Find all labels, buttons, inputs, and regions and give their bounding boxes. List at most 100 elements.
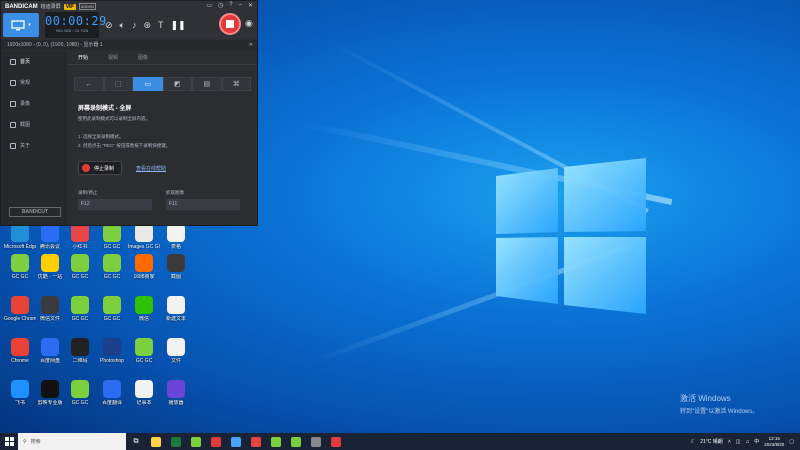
app-icon (135, 224, 153, 242)
desktop-icon[interactable]: GC GC (64, 296, 96, 332)
ime-icon[interactable]: 中 (754, 438, 759, 445)
mode-title: 屏幕录制模式 - 全屏 (78, 106, 132, 112)
microphone-icon[interactable]: ♪ (132, 20, 137, 30)
collapse-icon[interactable]: ✕ (249, 40, 253, 50)
pause-icon[interactable]: ❚❚ (171, 20, 186, 31)
app-icon (167, 296, 185, 314)
action-row: 停止录制 查看在线帮助 (78, 161, 166, 175)
sidebar-item[interactable]: 关于 (1, 135, 67, 156)
bandicam-toolbar: BANDICAM 班迪录屏 VIP ADMIN ▭ ◷ ? – ✕ ▾ 00:0… (1, 1, 257, 39)
desktop-icon[interactable]: Google Chrome (4, 296, 36, 332)
desktop-icon[interactable]: 百度翻译 (96, 380, 128, 416)
desktop-icon[interactable]: 微信文件 (34, 296, 66, 332)
desktop-icon[interactable]: GC GC (128, 338, 160, 374)
sidebar-item[interactable]: 截图 (1, 114, 67, 135)
start-button[interactable] (0, 433, 18, 450)
taskbar-app-icon[interactable] (206, 433, 226, 450)
desktop-icon[interactable]: 优酷 - 一站 (34, 254, 66, 290)
back-arrow-icon[interactable]: ← (74, 77, 104, 91)
sidebar-item-icon (10, 100, 16, 107)
desktop-icon[interactable]: Photoshop (96, 338, 128, 374)
taskbar-app-icon[interactable] (246, 433, 266, 450)
desktop-icon[interactable]: GC GC (64, 380, 96, 416)
sidebar-item[interactable]: 首页 (1, 51, 67, 72)
taskbar-app-icon[interactable] (266, 433, 286, 450)
desktop-icon[interactable]: 百度网盘 (34, 338, 66, 374)
rectangle-mode-icon[interactable]: ⬚ (103, 77, 133, 91)
desktop-icon[interactable]: GC GC (64, 254, 96, 290)
stop-recording-button[interactable]: 停止录制 (78, 161, 122, 175)
folder-icon[interactable]: ▭ (206, 2, 212, 9)
hotkey-capture-field[interactable]: F11 (166, 199, 240, 210)
webcam-icon[interactable]: ⊘ (105, 20, 113, 31)
sidebar-item[interactable]: 录像 (1, 93, 67, 114)
taskbar-app-icon[interactable] (166, 433, 186, 450)
desktop-icon[interactable]: GC GC (96, 254, 128, 290)
device-mode-icon[interactable]: ▤ (192, 77, 222, 91)
tab-bar: 开始 视频 图像 (68, 51, 257, 65)
activation-subtitle: 转到"设置"以激活 Windows。 (680, 409, 759, 415)
weather-icon[interactable]: ☾ (691, 439, 695, 445)
clock-icon[interactable]: ◷ (218, 2, 223, 9)
fullscreen-mode-button[interactable]: ▾ (3, 13, 39, 37)
timer-display: 00:00:29 (45, 14, 107, 28)
hotkey-record-field[interactable]: F12 (78, 199, 152, 210)
app-icon (103, 296, 121, 314)
taskbar-clock[interactable]: 13:15 2023/9/20 (764, 436, 784, 448)
desktop-icon[interactable]: 文件 (160, 338, 192, 374)
weather-text[interactable]: 21°C 晴朗 (700, 438, 723, 445)
sidebar-item[interactable]: 常规 (1, 72, 67, 93)
taskbar-app-icon[interactable] (146, 433, 166, 450)
desktop-icon[interactable]: 记事本 (128, 380, 160, 416)
desktop-icon[interactable]: 1688商家 (128, 254, 160, 290)
screenshot-camera-icon[interactable]: ◉ (245, 18, 253, 29)
app-icon (11, 296, 29, 314)
text-icon[interactable]: T (158, 20, 164, 30)
taskbar-app-icon[interactable] (186, 433, 206, 450)
bandicam-main-panel: 开始 视频 图像 ← ⬚ ▭ ◩ ▤ ⌘ 屏幕录制模式 - 全屏 使用此录制模式可以… (68, 51, 257, 225)
taskbar-app-icon[interactable] (306, 433, 326, 450)
app-icon (41, 296, 59, 314)
sidebar-item-icon (10, 121, 16, 128)
taskbar-app-icon[interactable] (226, 433, 246, 450)
taskbar-search[interactable]: ⚲ 搜索 (18, 433, 126, 450)
tray-chevron-icon[interactable]: ˄ (728, 439, 731, 445)
fullscreen-mode-icon[interactable]: ▭ (133, 77, 163, 91)
desktop-icon[interactable]: 新建文本 (160, 296, 192, 332)
network-icon[interactable]: ◫ (736, 439, 741, 445)
tab-0[interactable]: 开始 (68, 51, 98, 64)
desktop-icon[interactable]: 微信 (128, 296, 160, 332)
around-mouse-mode-icon[interactable]: ◩ (162, 77, 192, 91)
desktop-icon[interactable]: 播放器 (160, 380, 192, 416)
stop-record-button[interactable] (219, 13, 241, 35)
admin-badge: ADMIN (78, 3, 96, 10)
system-tray: ☾ 21°C 晴朗 ˄ ◫ ♫ 中 13:15 2023/9/20 ▢ (691, 433, 800, 450)
minimize-icon[interactable]: – (239, 2, 242, 9)
task-view-icon[interactable]: ⧉ (126, 433, 146, 450)
game-mode-icon[interactable]: ⌘ (221, 77, 251, 91)
app-icon (135, 296, 153, 314)
desktop-icon[interactable]: 二维码 (64, 338, 96, 374)
tab-2[interactable]: 图像 (128, 51, 158, 64)
taskbar-app-icon[interactable] (286, 433, 306, 450)
tab-1[interactable]: 视频 (98, 51, 128, 64)
app-icon (103, 380, 121, 398)
taskbar-app-icon[interactable] (326, 433, 346, 450)
desktop-icon[interactable]: 飞书 (4, 380, 36, 416)
close-icon[interactable]: ✕ (248, 2, 253, 9)
help-icon[interactable]: ? (229, 2, 232, 9)
desktop-icon[interactable]: 截图 (160, 254, 192, 290)
online-help-link[interactable]: 查看在线帮助 (136, 165, 166, 172)
app-icon (11, 338, 29, 356)
recording-tools: ⊘ 🔈︎ ♪ ⊛ T ❚❚ (105, 13, 186, 37)
speaker-icon[interactable]: 🔈︎ (120, 20, 125, 31)
bandicut-button[interactable]: BANDICUT (9, 207, 61, 217)
cursor-icon[interactable]: ⊛ (143, 20, 151, 31)
desktop-icon[interactable]: 剪映专业版 (34, 380, 66, 416)
desktop-icon[interactable]: GC GC (96, 296, 128, 332)
notification-icon[interactable]: ▢ (789, 439, 794, 445)
desktop-icon[interactable]: GC GC (4, 254, 36, 290)
volume-icon[interactable]: ♫ (745, 439, 749, 445)
chevron-down-icon[interactable]: ▾ (28, 22, 31, 28)
desktop-icon[interactable]: Chrome (4, 338, 36, 374)
